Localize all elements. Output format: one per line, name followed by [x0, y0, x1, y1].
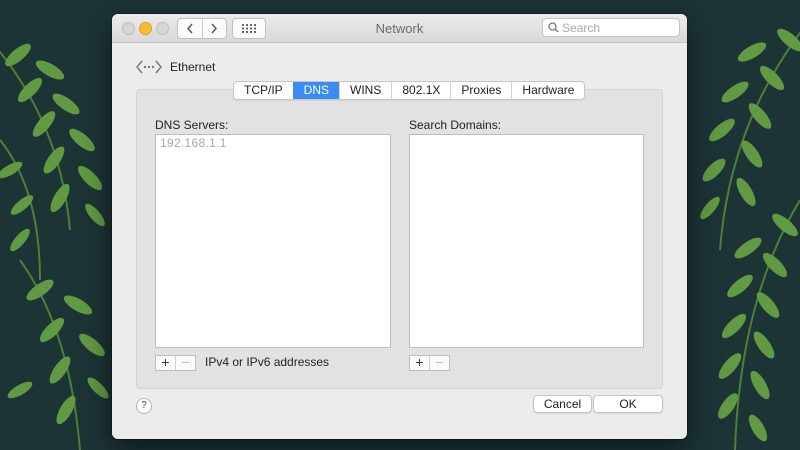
remove-search-domain-button[interactable]: −	[429, 355, 449, 370]
dns-servers-hint: IPv4 or IPv6 addresses	[205, 355, 330, 369]
search-domains-list[interactable]	[409, 134, 644, 348]
dns-servers-list[interactable]: 192.168.1.1	[155, 134, 391, 348]
tab-proxies[interactable]: Proxies	[450, 82, 511, 99]
search-field[interactable]	[542, 18, 680, 37]
remove-dns-server-button[interactable]: −	[175, 355, 195, 370]
tab-8021x[interactable]: 802.1X	[391, 82, 450, 99]
dns-servers-label: DNS Servers:	[155, 118, 229, 132]
tab-wins[interactable]: WINS	[339, 82, 391, 99]
tab-bar: TCP/IP DNS WINS 802.1X Proxies Hardware	[233, 81, 586, 100]
ethernet-icon	[136, 60, 162, 74]
ok-button[interactable]: OK	[593, 395, 663, 413]
cancel-button[interactable]: Cancel	[533, 395, 592, 413]
tab-dns[interactable]: DNS	[292, 82, 340, 99]
add-dns-server-button[interactable]: +	[156, 355, 175, 370]
help-button[interactable]: ?	[136, 398, 152, 414]
interface-name: Ethernet	[170, 60, 216, 74]
tab-hardware[interactable]: Hardware	[511, 82, 584, 99]
network-preferences-window: Network Ethernet TCP/IP DNS WINS 802.1X …	[112, 14, 687, 439]
tab-tcpip[interactable]: TCP/IP	[234, 82, 293, 99]
dns-servers-add-remove: + −	[155, 355, 196, 371]
search-domains-label: Search Domains:	[409, 118, 502, 132]
dns-server-entry[interactable]: 192.168.1.1	[156, 135, 390, 151]
title-bar: Network	[112, 14, 687, 43]
add-search-domain-button[interactable]: +	[410, 355, 429, 370]
search-domains-add-remove: + −	[409, 355, 450, 371]
search-input[interactable]	[562, 20, 674, 35]
search-icon	[548, 22, 559, 33]
